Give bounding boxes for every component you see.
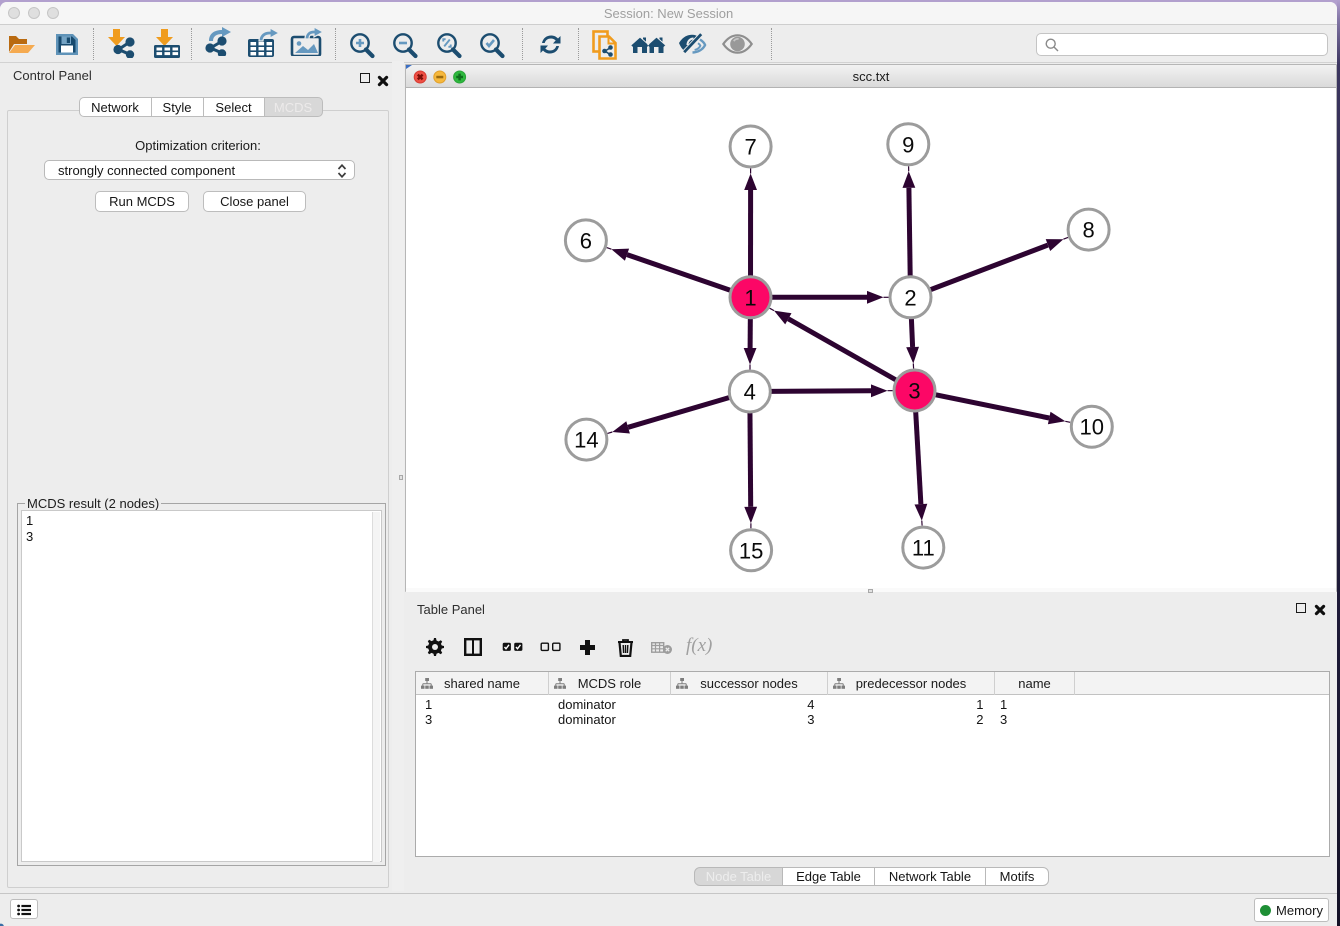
svg-text:6: 6 — [580, 228, 592, 253]
svg-text:15: 15 — [739, 538, 763, 563]
svg-text:10: 10 — [1080, 415, 1104, 440]
svg-text:4: 4 — [744, 380, 756, 405]
svg-text:14: 14 — [574, 428, 598, 453]
svg-text:11: 11 — [912, 536, 935, 561]
svg-text:9: 9 — [902, 132, 914, 157]
svg-text:7: 7 — [744, 135, 756, 160]
svg-text:8: 8 — [1082, 218, 1094, 243]
svg-text:2: 2 — [904, 285, 916, 310]
svg-text:1: 1 — [744, 285, 756, 310]
svg-text:3: 3 — [908, 379, 920, 404]
